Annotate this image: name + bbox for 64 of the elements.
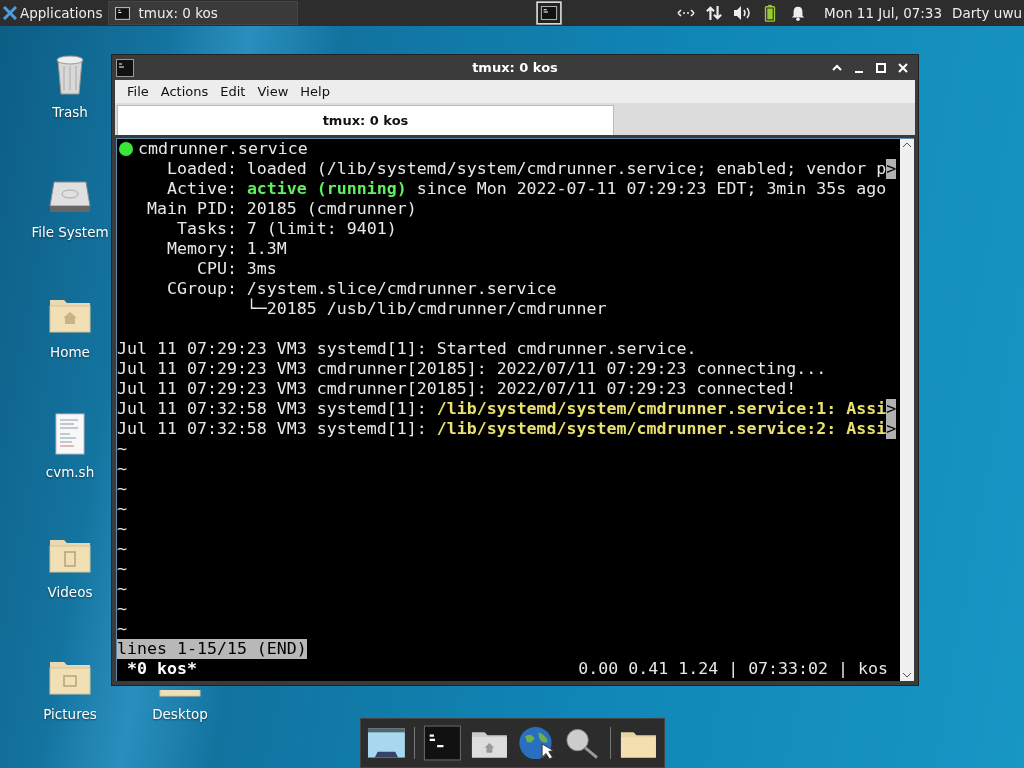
globe-icon[interactable]: [516, 725, 556, 761]
tilde-line: ~: [117, 479, 127, 499]
overflow-marker: >: [886, 419, 897, 439]
tilde-line: ~: [117, 439, 127, 459]
terminal-line: └─20185 /usb/lib/cmdrunner/cmdrunner: [245, 299, 607, 319]
taskbar-button[interactable]: tmux: 0 kos: [108, 1, 299, 25]
desktop-icon-label[interactable]: File System: [31, 224, 109, 240]
window-title: tmux: 0 kos: [471, 60, 559, 75]
desktop-icon-label[interactable]: cvm.sh: [45, 464, 95, 480]
menu-item[interactable]: File: [121, 84, 155, 99]
desktop-icon-label[interactable]: Trash: [52, 104, 88, 120]
desktop-icon-label[interactable]: Videos: [47, 584, 93, 600]
terminal-line: Jul 11 07:32:58 VM3 systemd[1]: /lib/systemd/system/cmdrunner.service:1: Assi: [117, 399, 887, 419]
tilde-line: ~: [117, 539, 127, 559]
overflow-marker: >: [886, 159, 897, 179]
terminal-line: Jul 11 07:29:23 VM3 cmdrunner[20185]: 2022/07/11 07:29:23 connected!: [117, 379, 797, 399]
desktop-icon-label[interactable]: Home: [50, 344, 90, 360]
volume-icon[interactable]: [732, 5, 753, 21]
close-icon[interactable]: [897, 61, 909, 74]
desktop-icon-label[interactable]: Desktop: [152, 706, 208, 722]
menu-item[interactable]: Help: [294, 84, 336, 99]
terminal-line: Active: active (running) since Mon 2022-07-11 07:29:23 EDT; 3min 35s ago: [165, 179, 887, 199]
show-desktop-icon[interactable]: [367, 725, 406, 761]
applications-menu[interactable]: Applications: [0, 5, 109, 21]
menu-item[interactable]: View: [251, 84, 295, 99]
desktop-icon-label[interactable]: Pictures: [43, 706, 97, 722]
tilde-line: ~: [117, 459, 127, 479]
tilde-line: ~: [117, 579, 127, 599]
overflow-marker: >: [886, 399, 897, 419]
tab[interactable]: tmux: 0 kos: [117, 105, 614, 135]
tmux-window-name: *0 kos*: [127, 659, 197, 679]
tilde-line: ~: [117, 559, 127, 579]
terminal-line: cmdrunner.service: [138, 139, 308, 159]
maximize-icon[interactable]: [875, 61, 887, 74]
terminal-icon[interactable]: [116, 58, 134, 77]
terminal-line: Loaded: loaded (/lib/systemd/system/cmdrunner.service; enabled; vendor p: [165, 159, 887, 179]
menu-item[interactable]: Edit: [214, 84, 252, 99]
terminal-line: CGroup: /system.slice/cmdrunner.service: [165, 279, 557, 299]
pager-status: lines 1-15/15 (END): [117, 639, 307, 659]
terminal-line: Tasks: 7 (limit: 9401): [175, 219, 397, 239]
tilde-line: ~: [117, 599, 127, 619]
terminal-icon: [115, 6, 131, 20]
terminal-line: CPU: 3ms: [195, 259, 277, 279]
terminal-line: Jul 11 07:29:23 VM3 cmdrunner[20185]: 2022/07/11 07:29:23 connecting...: [117, 359, 827, 379]
terminal-line: Memory: 1.3M: [165, 239, 287, 259]
tilde-line: ~: [117, 519, 127, 539]
scroll-up-icon[interactable]: [902, 141, 912, 149]
tmux-status-right: 0.00 0.41 1.24 | 07:33:02 | kos: [578, 659, 888, 679]
workspace-icon[interactable]: [536, 1, 563, 25]
transfer-icon[interactable]: [704, 5, 725, 21]
applications-label[interactable]: Applications: [20, 5, 103, 21]
scrollbar[interactable]: [900, 139, 914, 681]
battery-icon[interactable]: [764, 4, 777, 22]
tilde-line: ~: [117, 619, 127, 639]
terminal-line: Jul 11 07:32:58 VM3 systemd[1]: /lib/systemd/system/cmdrunner.service:2: Assi: [117, 419, 887, 439]
scroll-down-icon[interactable]: [902, 671, 912, 679]
clock[interactable]: Mon 11 Jul, 07:33: [824, 5, 943, 21]
menu-item[interactable]: Actions: [154, 84, 215, 99]
terminal-icon[interactable]: [422, 725, 462, 761]
terminal-line: Main PID: 20185 (cmdrunner): [145, 199, 417, 219]
mouse-logo-icon: [3, 6, 17, 20]
terminal-line: Jul 11 07:29:23 VM3 systemd[1]: Started cmdrunner.service.: [117, 339, 697, 359]
tilde-line: ~: [117, 499, 127, 519]
user-menu[interactable]: Darty uwu: [952, 5, 1022, 21]
